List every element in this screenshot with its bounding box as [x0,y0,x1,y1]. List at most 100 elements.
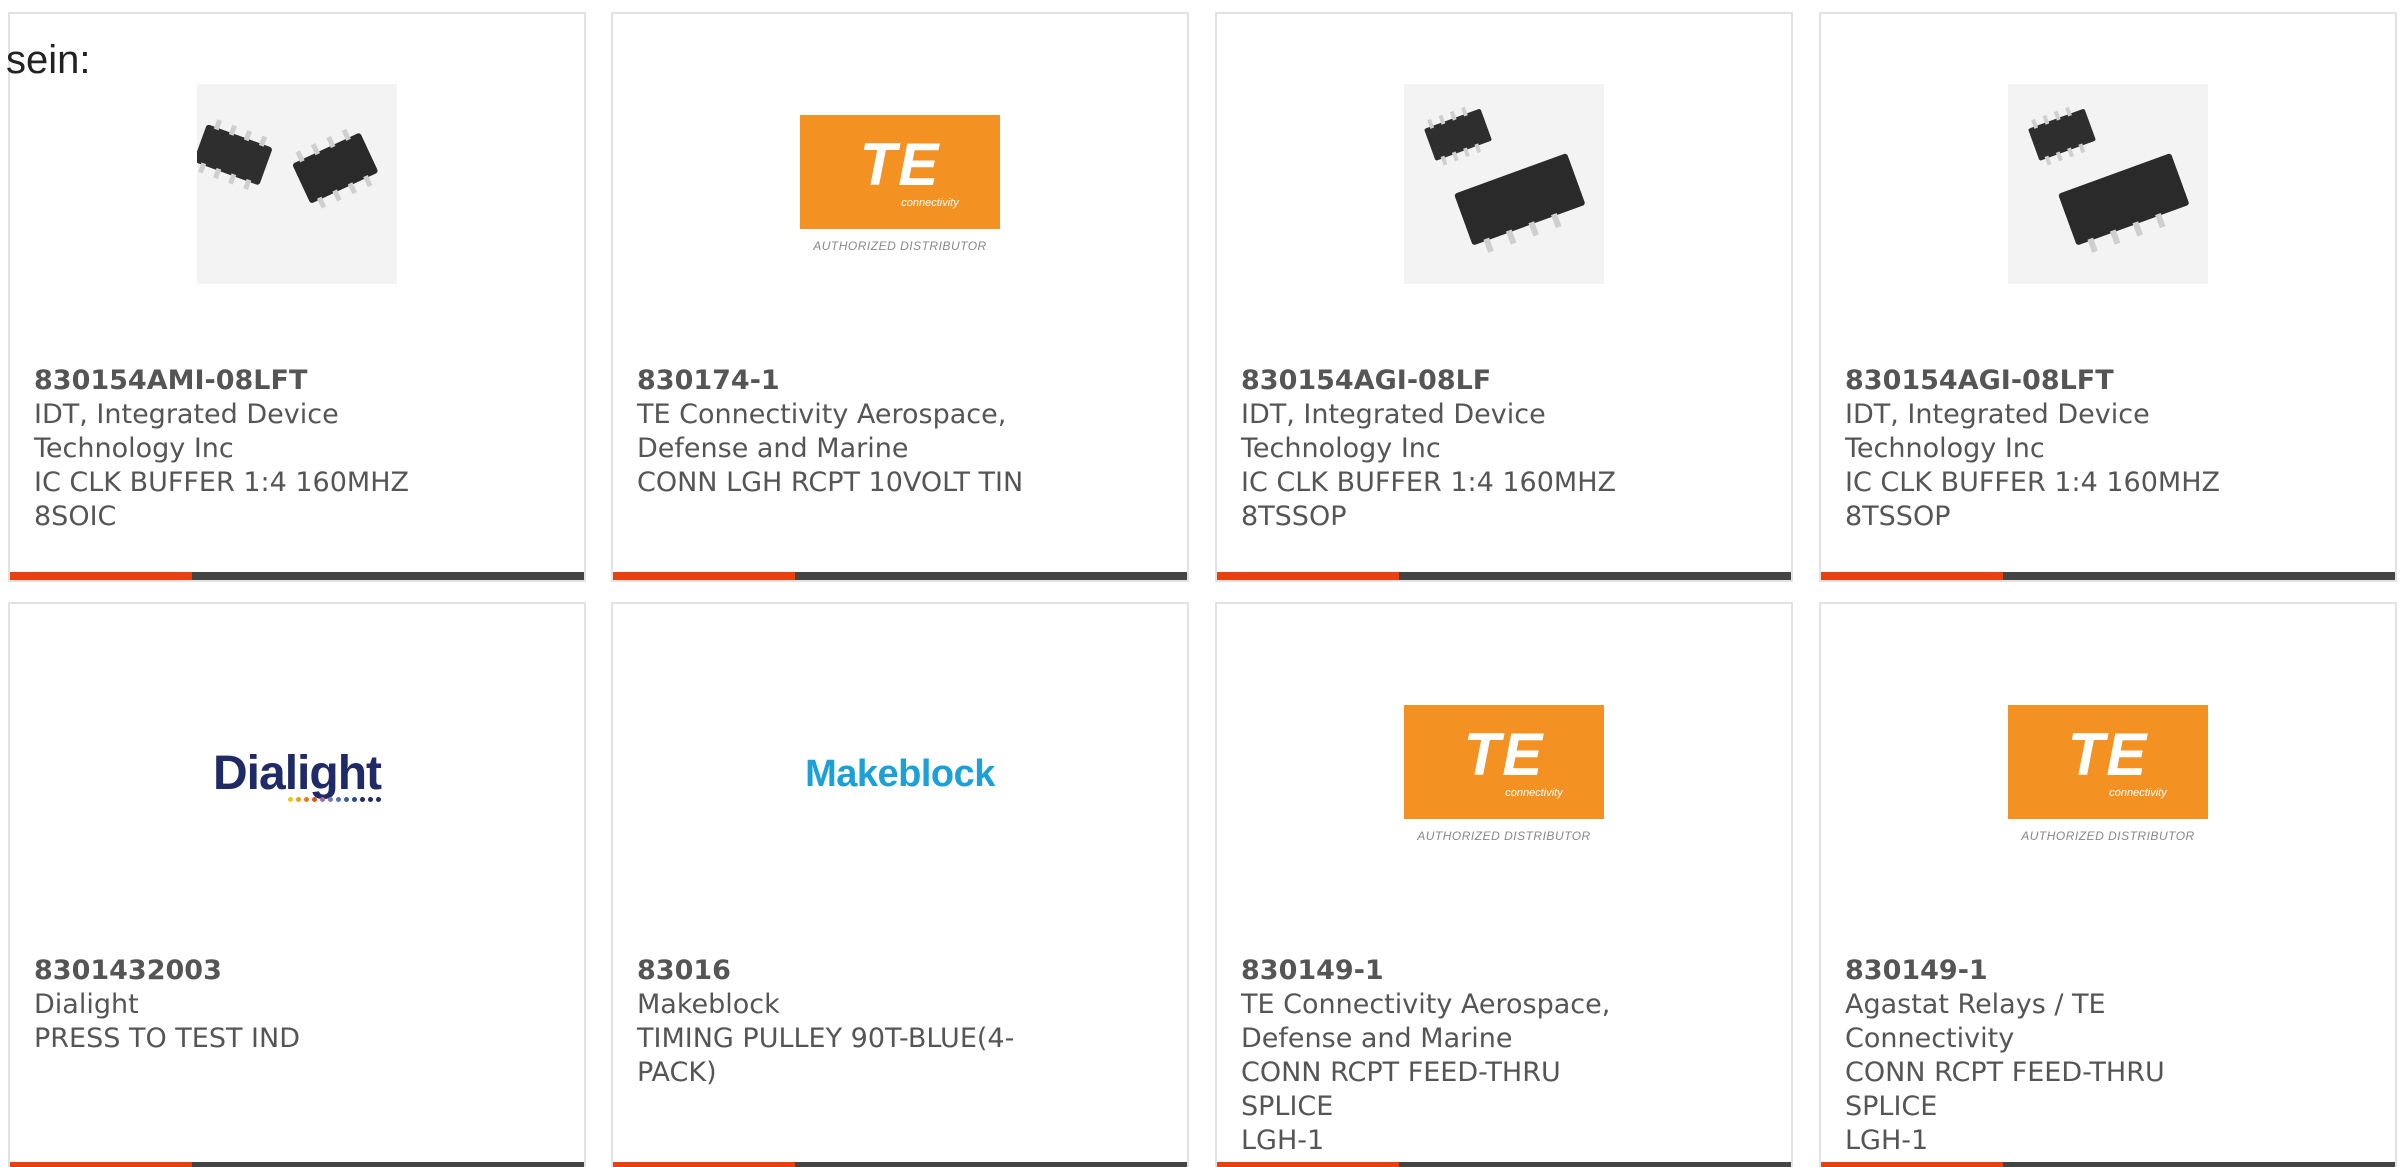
manufacturer: Agastat Relays / TE Connectivity [1845,989,2106,1054]
authorized-distributor-label: AUTHORIZED DISTRIBUTOR [1417,829,1591,843]
card-bottom-bar [1821,572,2395,580]
card-bottom-bar [613,572,1187,580]
manufacturer: IDT, Integrated Device [1241,399,1546,430]
card-bottom-bar [613,1162,1187,1167]
card-bottom-bar [1821,1162,2395,1167]
product-info: 830154AMI-08LFT IDT, Integrated Device T… [34,364,454,534]
part-number[interactable]: 830149-1 [1845,954,2265,988]
product-card[interactable]: 830154AGI-08LF IDT, Integrated Device Te… [1215,12,1793,582]
description: IC CLK BUFFER 1:4 160MHZ [1845,467,2220,498]
description: 8TSSOP [1845,501,1951,532]
description: CONN LGH RCPT 10VOLT TIN [637,467,1024,498]
card-bar-accent [613,572,795,580]
product-card[interactable]: TE connectivity AUTHORIZED DISTRIBUTOR 8… [1215,602,1793,1167]
te-mark: TE [1463,721,1545,788]
card-bar-accent [10,1162,192,1167]
manufacturer: Technology Inc [1845,433,2045,464]
manufacturer: Technology Inc [34,433,234,464]
page: sein: 830154AMI-08LFT IDT, Integrated De… [0,0,2400,1167]
card-bar-accent [1821,1162,2003,1167]
product-info: 8301432003 Dialight PRESS TO TEST IND [34,954,454,1056]
product-info: 830149-1 Agastat Relays / TE Connectivit… [1845,954,2265,1158]
manufacturer: Defense and Marine [637,433,909,464]
makeblock-logo: Makeblock [805,753,995,796]
product-info: 83016 Makeblock TIMING PULLEY 90T-BLUE(4… [637,954,1057,1090]
product-image[interactable]: TE connectivity AUTHORIZED DISTRIBUTOR [1821,664,2395,884]
product-image[interactable] [1821,74,2395,294]
product-card[interactable]: TE connectivity AUTHORIZED DISTRIBUTOR 8… [611,12,1189,582]
dialight-wordmark: Dialight [213,747,382,800]
te-sub: connectivity [1505,787,1563,799]
description: LGH-1 [1241,1125,1325,1156]
part-number[interactable]: 83016 [637,954,1057,988]
card-bar-accent [10,572,192,580]
authorized-distributor-label: AUTHORIZED DISTRIBUTOR [2021,829,2195,843]
soic-chip-image [194,84,397,284]
manufacturer: Dialight [34,989,139,1020]
card-bar-accent [613,1162,795,1167]
part-number[interactable]: 830154AMI-08LFT [34,364,454,398]
product-card[interactable]: 830154AGI-08LFT IDT, Integrated Device T… [1819,12,2397,582]
te-sub: connectivity [901,197,959,209]
card-bottom-bar [1217,1162,1791,1167]
te-logo-box: TE connectivity [1404,705,1604,819]
product-card[interactable]: TE connectivity AUTHORIZED DISTRIBUTOR 8… [1819,602,2397,1167]
card-bar-accent [1217,572,1399,580]
product-info: 830174-1 TE Connectivity Aerospace, Defe… [637,364,1057,500]
product-image[interactable]: TE connectivity AUTHORIZED DISTRIBUTOR [613,74,1187,294]
te-connectivity-logo: TE connectivity AUTHORIZED DISTRIBUTOR [1404,705,1604,843]
part-number[interactable]: 830154AGI-08LF [1241,364,1661,398]
tssop-chip-image [1404,84,1604,284]
product-card[interactable]: 830154AMI-08LFT IDT, Integrated Device T… [8,12,586,582]
te-logo-box: TE connectivity [2008,705,2208,819]
card-bottom-bar [10,572,584,580]
card-bar-accent [1821,572,2003,580]
product-card[interactable]: Dialight 8301432003 Dialight PRESS TO TE… [8,602,586,1167]
manufacturer: Makeblock [637,989,780,1020]
part-number[interactable]: 8301432003 [34,954,454,988]
product-image[interactable] [10,74,584,294]
manufacturer: IDT, Integrated Device [1845,399,2150,430]
product-grid: 830154AMI-08LFT IDT, Integrated Device T… [0,0,2400,1167]
description: CONN RCPT FEED-THRU SPLICE [1241,1057,1561,1122]
part-number[interactable]: 830154AGI-08LFT [1845,364,2265,398]
card-bar-accent [1217,1162,1399,1167]
te-mark: TE [2067,721,2149,788]
tssop-chip-image [2008,84,2208,284]
description: LGH-1 [1845,1125,1929,1156]
manufacturer: TE Connectivity Aerospace, [637,399,1007,430]
product-info: 830154AGI-08LFT IDT, Integrated Device T… [1845,364,2265,534]
te-connectivity-logo: TE connectivity AUTHORIZED DISTRIBUTOR [2008,705,2208,843]
description: CONN RCPT FEED-THRU SPLICE [1845,1057,2165,1122]
part-number[interactable]: 830174-1 [637,364,1057,398]
product-image[interactable]: TE connectivity AUTHORIZED DISTRIBUTOR [1217,664,1791,884]
manufacturer: Technology Inc [1241,433,1441,464]
dialight-logo: Dialight [213,746,382,802]
description: PACK) [637,1057,717,1088]
dialight-dots [288,797,381,802]
card-bottom-bar [1217,572,1791,580]
makeblock-wordmark: Makeblock [805,752,995,795]
description: 8TSSOP [1241,501,1347,532]
te-sub: connectivity [2109,787,2167,799]
card-bottom-bar [10,1162,584,1167]
te-mark: TE [859,131,941,198]
description: TIMING PULLEY 90T-BLUE(4- [637,1023,1015,1054]
product-info: 830149-1 TE Connectivity Aerospace, Defe… [1241,954,1661,1158]
description: IC CLK BUFFER 1:4 160MHZ [1241,467,1616,498]
product-card[interactable]: Makeblock 83016 Makeblock TIMING PULLEY … [611,602,1189,1167]
part-number[interactable]: 830149-1 [1241,954,1661,988]
product-image[interactable]: Makeblock [613,664,1187,884]
description: IC CLK BUFFER 1:4 160MHZ [34,467,409,498]
manufacturer: Defense and Marine [1241,1023,1513,1054]
te-logo-box: TE connectivity [800,115,1000,229]
product-info: 830154AGI-08LF IDT, Integrated Device Te… [1241,364,1661,534]
manufacturer: TE Connectivity Aerospace, [1241,989,1611,1020]
te-connectivity-logo: TE connectivity AUTHORIZED DISTRIBUTOR [800,115,1000,253]
intro-text: sein: [6,38,91,82]
description: PRESS TO TEST IND [34,1023,301,1054]
product-image[interactable]: Dialight [10,664,584,884]
description: 8SOIC [34,501,117,532]
manufacturer: IDT, Integrated Device [34,399,339,430]
product-image[interactable] [1217,74,1791,294]
